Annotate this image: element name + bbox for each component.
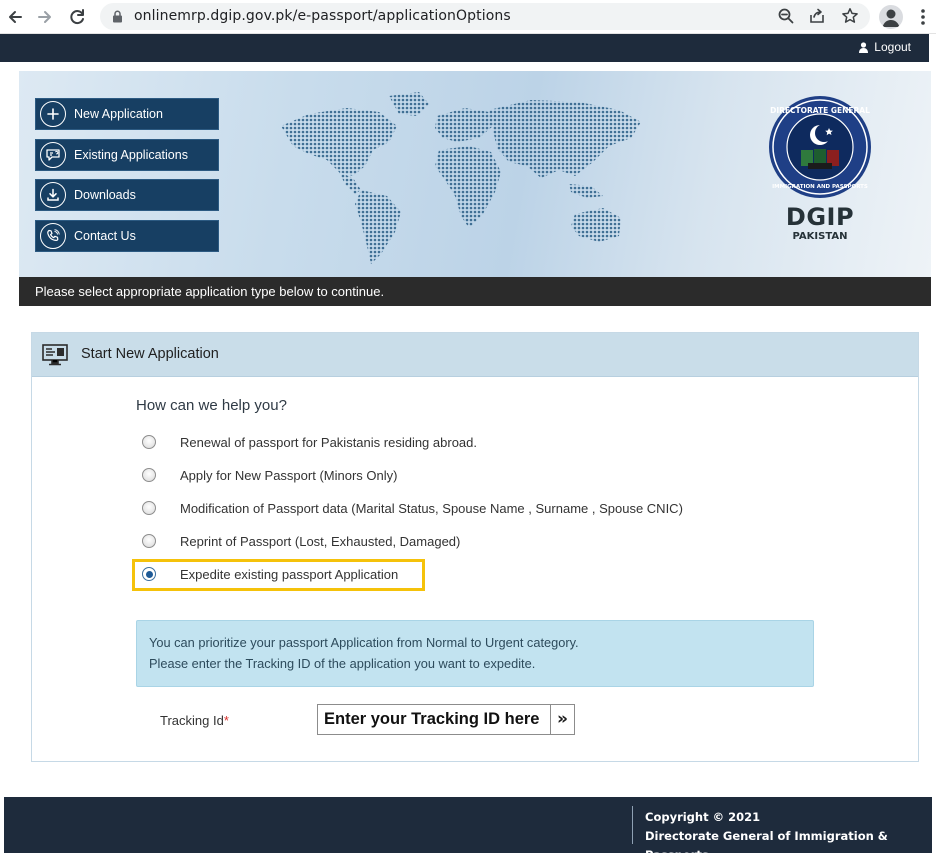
tracking-id-label: Tracking Id*	[160, 713, 229, 728]
header-banner: New Application Existing Applications Do…	[19, 71, 931, 277]
instruction-text: Please select appropriate application ty…	[35, 284, 385, 299]
logo-subtitle: PAKISTAN	[792, 231, 848, 242]
world-map-graphic	[281, 92, 641, 264]
radio-modification[interactable]	[142, 501, 156, 515]
logo-title: DGIP	[785, 203, 855, 231]
svg-text:IMMIGRATION AND PASSPORTS: IMMIGRATION AND PASSPORTS	[772, 184, 868, 190]
radio-new-passport-minors[interactable]	[142, 468, 156, 482]
phone-icon	[40, 222, 66, 249]
downloads-label[interactable]: Downloads	[74, 188, 136, 202]
top-navigation-bar: Logout	[0, 34, 929, 62]
option-label[interactable]: Modification of Passport data (Marital S…	[180, 501, 683, 516]
url-text[interactable]: onlinemrp.dgip.gov.pk/e-passport/applica…	[134, 8, 511, 24]
plus-circle-icon	[40, 101, 66, 127]
kebab-menu-icon[interactable]	[916, 6, 930, 28]
option-label[interactable]: Renewal of passport for Pakistanis resid…	[180, 435, 477, 450]
share-icon[interactable]	[807, 7, 827, 27]
chat-bubble-icon	[40, 141, 66, 168]
tracking-id-input[interactable]	[317, 704, 551, 735]
submit-tracking-button[interactable]: »	[551, 704, 575, 735]
contact-us-label[interactable]: Contact Us	[74, 229, 136, 243]
new-application-button[interactable]: New Application	[35, 98, 219, 130]
user-icon	[859, 41, 869, 53]
copyright-text: Copyright © 2021	[645, 810, 761, 824]
banner-side-menu: New Application Existing Applications Do…	[35, 98, 219, 260]
info-line-1: You can prioritize your passport Applica…	[149, 635, 579, 650]
tracking-id-label-text: Tracking Id	[160, 713, 224, 728]
option-reprint[interactable]: Reprint of Passport (Lost, Exhausted, Da…	[136, 530, 460, 552]
instruction-bar: Please select appropriate application ty…	[19, 277, 931, 306]
expedite-info-box: You can prioritize your passport Applica…	[136, 620, 814, 687]
forward-arrow-icon[interactable]	[34, 6, 56, 28]
option-new-passport-minors[interactable]: Apply for New Passport (Minors Only)	[136, 464, 397, 486]
bookmark-star-icon[interactable]	[840, 7, 860, 27]
radio-reprint[interactable]	[142, 534, 156, 548]
logout-label[interactable]: Logout	[874, 40, 911, 54]
contact-us-button[interactable]: Contact Us	[35, 219, 219, 252]
option-renewal-abroad[interactable]: Renewal of passport for Pakistanis resid…	[136, 431, 477, 453]
reload-icon[interactable]	[66, 6, 88, 28]
lock-icon[interactable]	[112, 10, 123, 23]
selected-option-highlight	[132, 559, 425, 591]
browser-toolbar: onlinemrp.dgip.gov.pk/e-passport/applica…	[0, 0, 936, 34]
existing-applications-label[interactable]: Existing Applications	[74, 148, 188, 162]
logout-button[interactable]: Logout	[859, 40, 911, 54]
zoom-icon[interactable]	[776, 7, 796, 27]
back-arrow-icon[interactable]	[4, 6, 26, 28]
dgip-seal-logo: DIRECTORATE GENERAL IMMIGRATION AND PASS…	[769, 96, 871, 198]
download-icon	[40, 182, 66, 208]
footer-text: Copyright © 2021 Directorate General of …	[645, 808, 932, 865]
monitor-form-icon	[42, 344, 68, 366]
existing-applications-button[interactable]: Existing Applications	[35, 138, 219, 171]
panel-title: Start New Application	[81, 346, 219, 362]
svg-text:DIRECTORATE GENERAL: DIRECTORATE GENERAL	[770, 106, 870, 115]
footer-divider	[632, 806, 633, 844]
required-marker: *	[223, 713, 229, 728]
organization-name: Directorate General of Immigration & Pas…	[645, 829, 888, 862]
option-label[interactable]: Reprint of Passport (Lost, Exhausted, Da…	[180, 534, 460, 549]
radio-renewal-abroad[interactable]	[142, 435, 156, 449]
info-line-2: Please enter the Tracking ID of the appl…	[149, 656, 536, 671]
start-new-application-panel: Start New Application How can we help yo…	[31, 332, 919, 762]
help-question: How can we help you?	[136, 397, 287, 414]
address-bar[interactable]: onlinemrp.dgip.gov.pk/e-passport/applica…	[100, 3, 870, 30]
option-label[interactable]: Apply for New Passport (Minors Only)	[180, 468, 397, 483]
page-footer: Copyright © 2021 Directorate General of …	[4, 797, 932, 862]
option-modification[interactable]: Modification of Passport data (Marital S…	[136, 497, 683, 519]
new-application-label[interactable]: New Application	[74, 107, 163, 121]
profile-icon[interactable]	[879, 5, 903, 29]
panel-header: Start New Application	[32, 333, 918, 377]
downloads-button[interactable]: Downloads	[35, 179, 219, 211]
